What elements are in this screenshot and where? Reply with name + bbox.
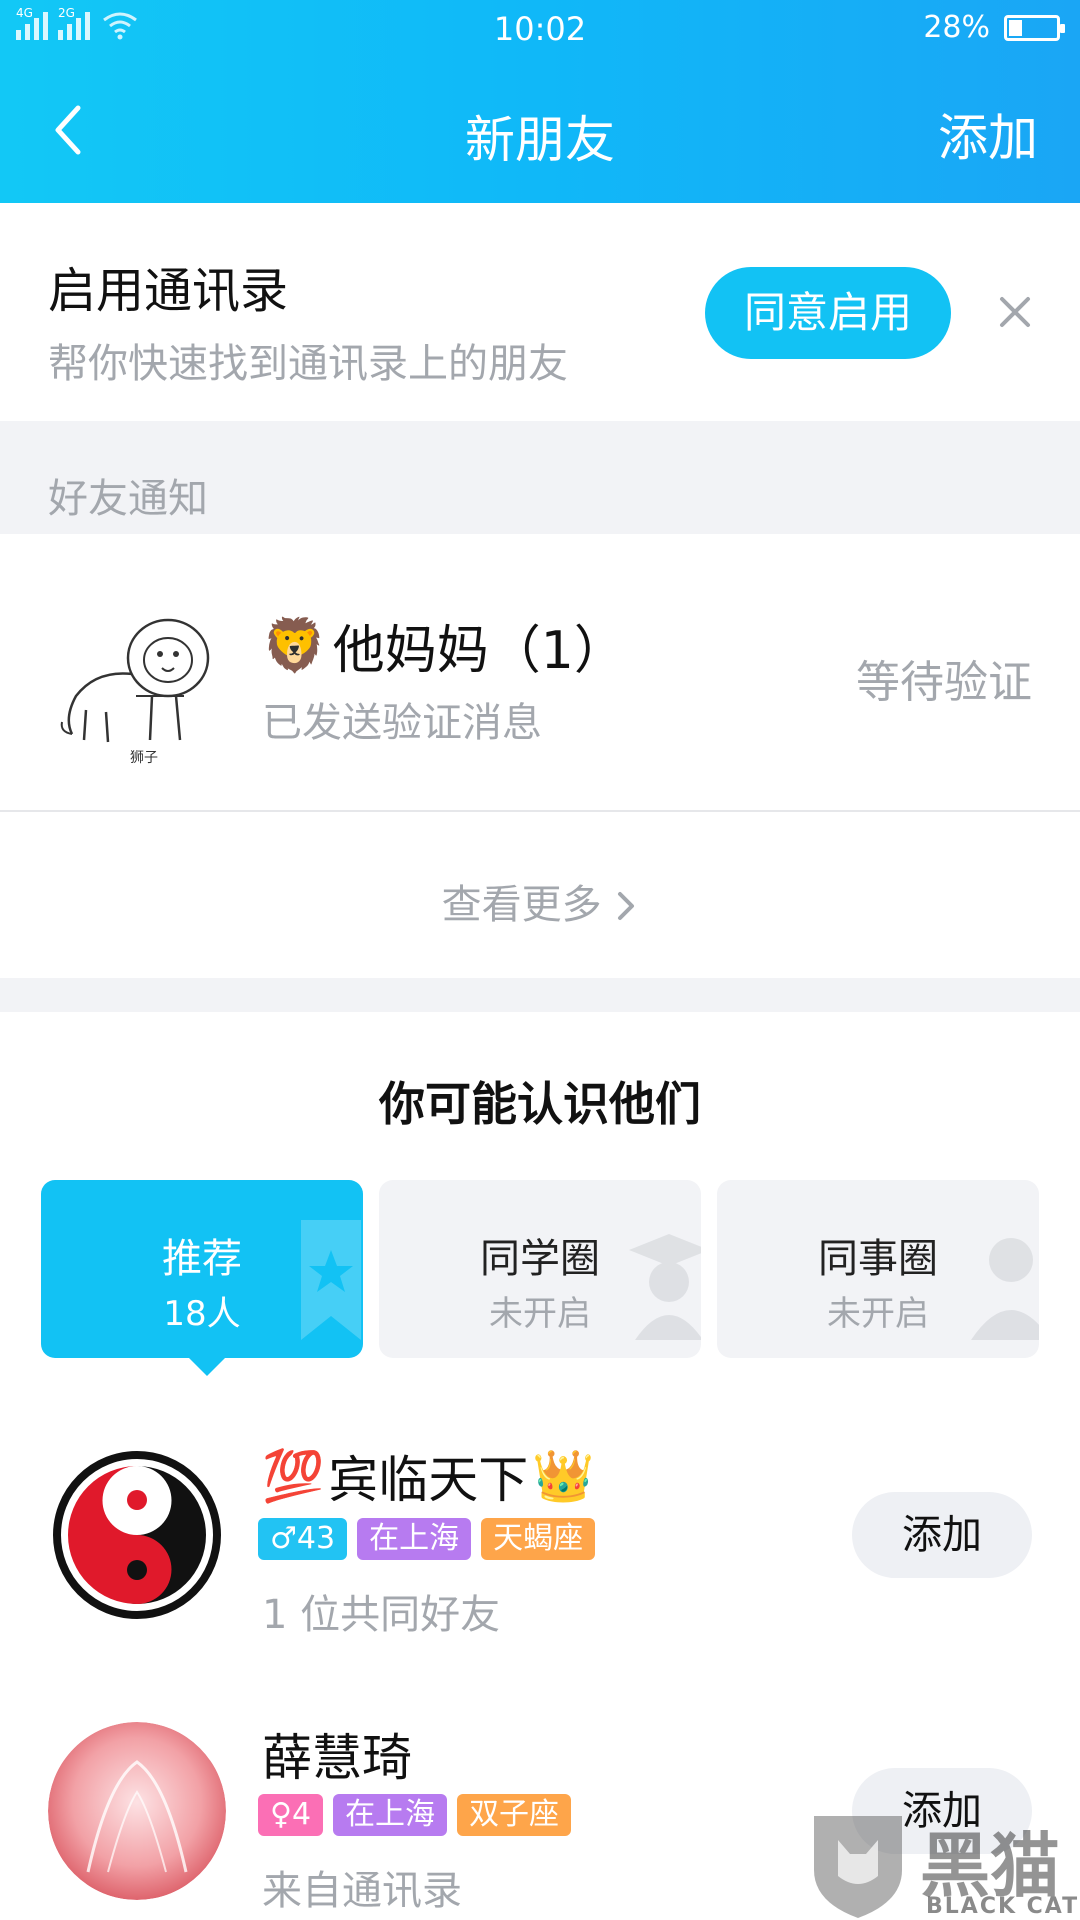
tab-colleagues-status: 未开启 [827, 1294, 929, 1334]
watermark: 黑猫 BLACK CAT [808, 1810, 1080, 1920]
zodiac-badge: 天蝎座 [481, 1518, 596, 1560]
gender-age-badge: ♂43 [258, 1518, 348, 1560]
suggestions-title: 你可能认识他们 [379, 1077, 701, 1131]
person-avatar[interactable] [48, 1446, 226, 1624]
gender-age-badge: ♀4 [258, 1794, 324, 1836]
location-badge: 在上海 [333, 1794, 448, 1836]
tab-recommended[interactable]: 推荐 18人 [41, 1180, 363, 1376]
notification-status: 等待验证 [856, 657, 1032, 708]
contacts-banner: 启用通讯录 帮你快速找到通讯录上的朋友 同意启用 [0, 203, 1080, 421]
close-icon[interactable] [992, 289, 1038, 335]
divider [0, 810, 1080, 812]
active-tab-indicator [189, 1358, 225, 1376]
notification-name: 🦁 他妈妈（1） [262, 608, 626, 683]
lion-avatar[interactable]: 狮子 [56, 600, 226, 770]
person-name: 💯 宾临天下 👑 [262, 1440, 595, 1512]
cat-shield-logo [814, 1816, 902, 1918]
zodiac-badge: 双子座 [457, 1794, 572, 1836]
person-tags: ♀4 在上海 双子座 [258, 1794, 572, 1836]
lion-avatar-caption: 狮子 [130, 750, 158, 766]
person-name-text: 薛慧琦 [262, 1729, 412, 1787]
view-more-link[interactable]: 查看更多 [0, 872, 1080, 930]
person-avatar[interactable] [48, 1722, 226, 1900]
notification-subtitle: 已发送验证消息 [262, 700, 542, 746]
watermark-small-text: BLACK CAT [926, 1894, 1080, 1919]
person-subtitle: 来自通讯录 [262, 1868, 462, 1914]
person-subtitle: 1 位共同好友 [262, 1592, 501, 1638]
header-add-button[interactable]: 添加 [938, 98, 1038, 170]
chevron-right-icon [618, 892, 635, 920]
add-friend-button[interactable]: 添加 [852, 1492, 1032, 1578]
location-badge: 在上海 [357, 1518, 472, 1560]
notification-name-text: 他妈妈（1） [332, 621, 626, 681]
enable-contacts-button[interactable]: 同意启用 [705, 267, 951, 359]
tab-classmates[interactable]: 同学圈 未开启 [379, 1180, 701, 1358]
tab-classmates-label: 同学圈 [480, 1236, 600, 1282]
hundred-emoji-icon: 💯 [262, 1446, 325, 1505]
person-name-text: 宾临天下 [328, 1451, 529, 1509]
tab-recommended-count: 18人 [163, 1294, 241, 1334]
status-time: 10:02 [493, 10, 587, 48]
battery-icon [1004, 14, 1065, 41]
view-more-label: 查看更多 [441, 882, 602, 928]
person-tags: ♂43 在上海 天蝎座 [258, 1518, 596, 1560]
battery-percent: 28% [923, 10, 990, 45]
contacts-banner-subtitle: 帮你快速找到通讯录上的朋友 [48, 341, 568, 387]
app-header: 4G 2G 10:02 28% 新朋友 添加 [0, 0, 1080, 203]
battery-level-fill [1009, 19, 1022, 36]
crown-emoji-icon: 👑 [532, 1446, 595, 1505]
page-title: 新朋友 [465, 111, 615, 169]
contacts-banner-title: 启用通讯录 [48, 263, 289, 319]
tab-recommended-label: 推荐 [162, 1236, 242, 1282]
nav-bar: 新朋友 添加 [0, 84, 1080, 174]
tab-classmates-status: 未开启 [489, 1294, 591, 1334]
notifications-label: 好友通知 [48, 476, 208, 522]
tab-colleagues-label: 同事圈 [818, 1236, 938, 1282]
lion-emoji-icon: 🦁 [262, 616, 327, 676]
tab-colleagues[interactable]: 同事圈 未开启 [717, 1180, 1039, 1358]
battery-status: 28% [923, 10, 1065, 45]
status-bar: 4G 2G 10:02 28% [0, 0, 1080, 60]
section-separator [0, 978, 1080, 1012]
person-name: 薛慧琦 [262, 1718, 412, 1790]
